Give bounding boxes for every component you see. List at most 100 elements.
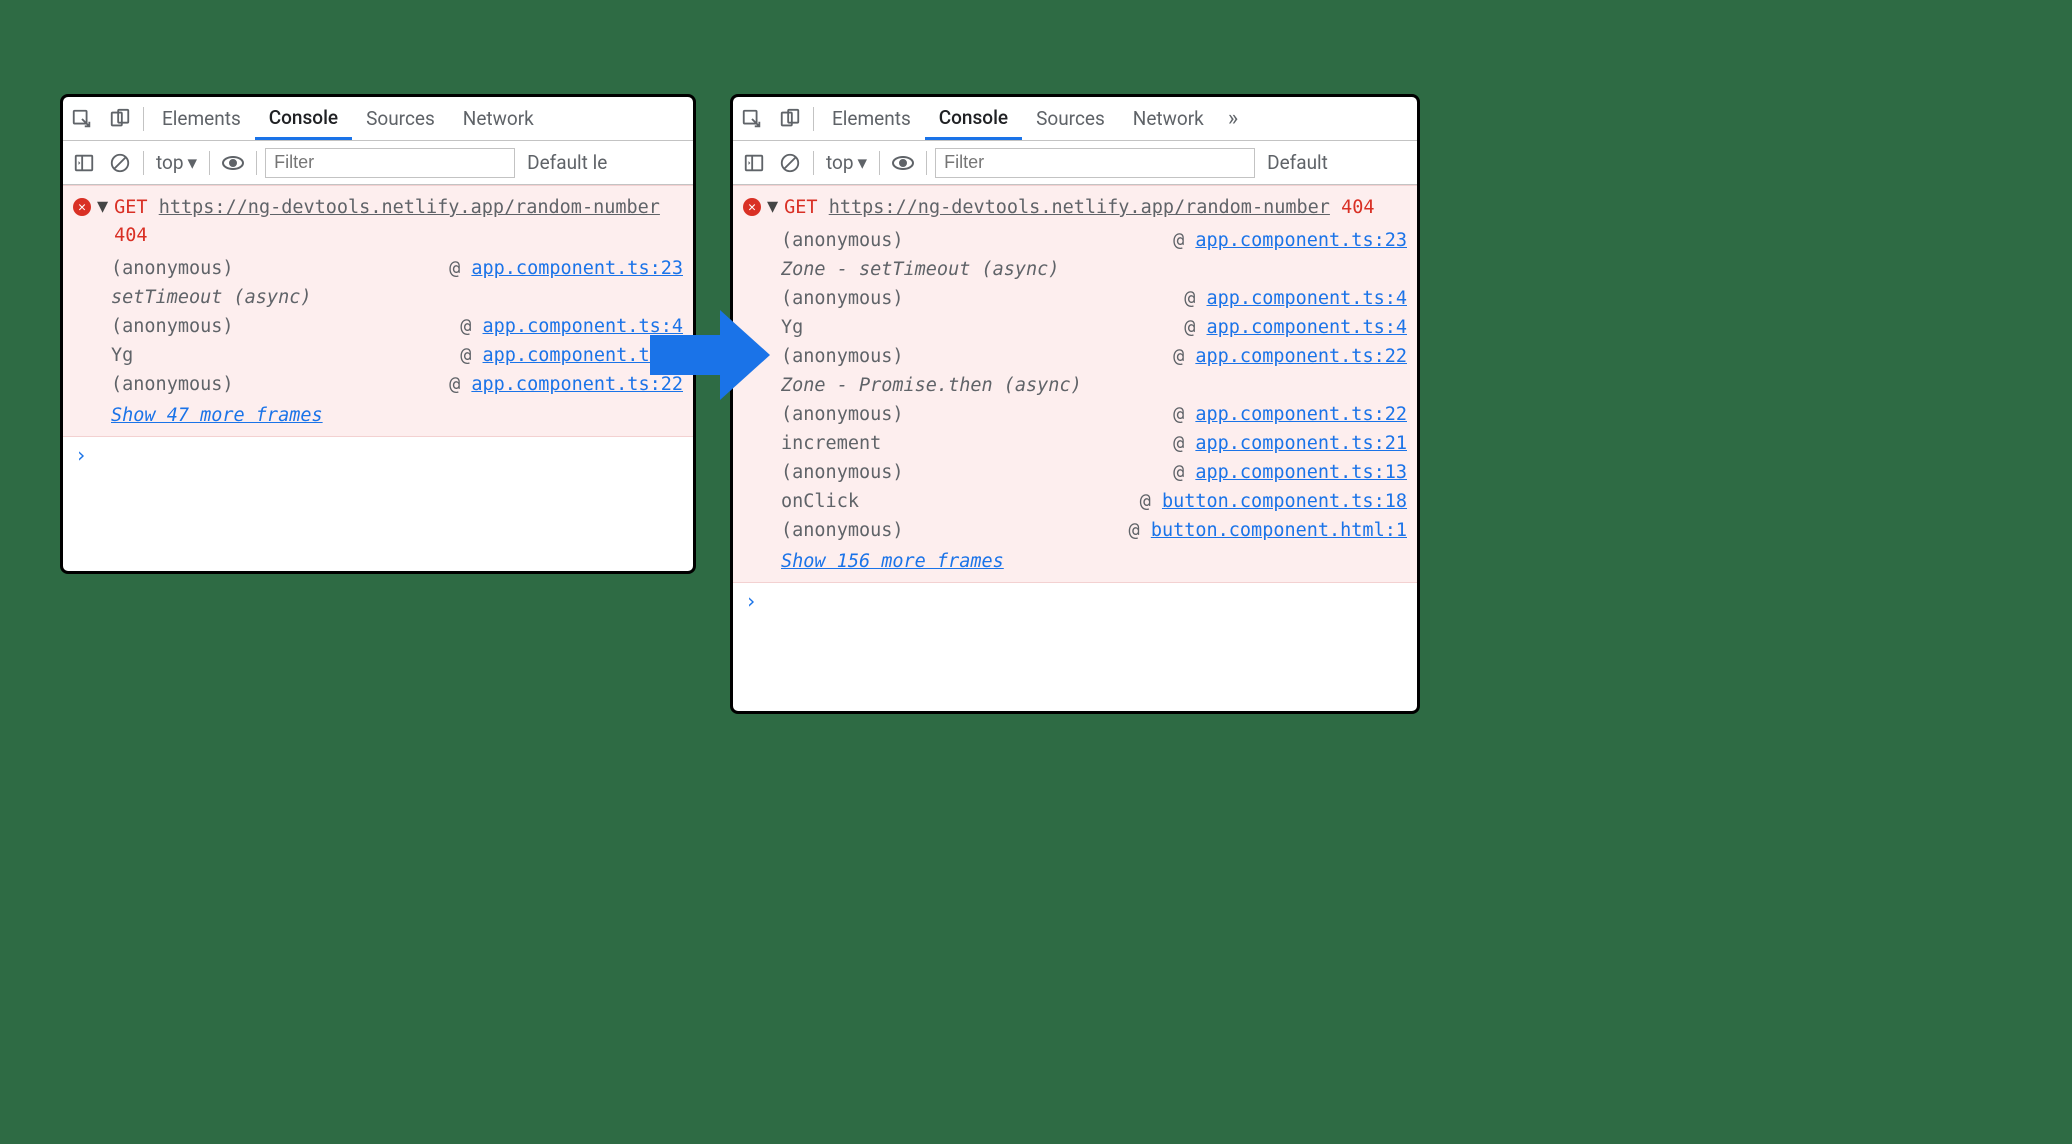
live-expression-icon[interactable] [888, 148, 918, 178]
frame-location[interactable]: @ app.component.ts:22 [1173, 346, 1407, 367]
stack-frame: onClick @ button.component.ts:18 [781, 487, 1407, 516]
divider [256, 151, 257, 175]
device-toggle-icon[interactable] [771, 97, 809, 140]
console-toolbar: top ▾ Default [733, 141, 1417, 185]
divider [209, 151, 210, 175]
frame-function: (anonymous) [111, 258, 234, 279]
filter-input[interactable] [935, 148, 1255, 178]
console-toolbar: top ▾ Default le [63, 141, 693, 185]
context-selector[interactable]: top ▾ [152, 151, 201, 174]
http-method: GET [114, 197, 147, 218]
divider [926, 151, 927, 175]
stack-frame: (anonymous) @ app.component.ts:23 [111, 254, 683, 283]
frame-function: (anonymous) [781, 404, 904, 425]
devtools-panel-after: Elements Console Sources Network » top ▾… [730, 94, 1420, 714]
tab-console[interactable]: Console [255, 97, 352, 140]
clear-console-icon[interactable] [105, 148, 135, 178]
stack-frame: Yg@ app.component.ts:4 [781, 313, 1407, 342]
stack-frame: (anonymous) @ app.component.ts:22 [781, 400, 1407, 429]
error-header[interactable]: ✕ ▼ GET https://ng-devtools.netlify.app/… [63, 190, 693, 252]
frame-function: Yg [111, 345, 133, 366]
stack-frame: (anonymous) @ app.component.ts:23 [781, 226, 1407, 255]
dropdown-icon: ▾ [188, 151, 198, 174]
stack-frame: (anonymous)@ app.component.ts:4 [111, 312, 683, 341]
filter-input[interactable] [265, 148, 515, 178]
stack-frames: (anonymous) @ app.component.ts:23 Zone - s… [733, 224, 1417, 545]
inspect-icon[interactable] [63, 97, 101, 140]
frame-function: (anonymous) [781, 230, 904, 251]
frame-location[interactable]: @ app.component.ts:22 [1173, 404, 1407, 425]
sidebar-toggle-icon[interactable] [69, 148, 99, 178]
tab-network[interactable]: Network [449, 97, 548, 140]
frame-location[interactable]: @ app.component.ts:21 [1173, 433, 1407, 454]
error-entry: ✕ ▼ GET https://ng-devtools.netlify.app/… [733, 185, 1417, 583]
async-boundary: setTimeout (async) [111, 283, 683, 312]
error-icon: ✕ [73, 198, 91, 216]
show-more-frames[interactable]: Show 47 more frames [63, 399, 693, 426]
context-selector[interactable]: top ▾ [822, 151, 871, 174]
status-code: 404 [1341, 197, 1374, 218]
frame-function: (anonymous) [111, 316, 234, 337]
tab-network[interactable]: Network [1119, 97, 1218, 140]
frame-location[interactable]: @ button.component.ts:18 [1140, 491, 1407, 512]
tab-elements[interactable]: Elements [148, 97, 255, 140]
tabbar: Elements Console Sources Network [63, 97, 693, 141]
log-levels[interactable]: Default le [521, 151, 613, 174]
async-boundary: Zone - Promise.then (async) [781, 371, 1407, 400]
frame-location[interactable]: @ app.component.ts:22 [449, 374, 683, 395]
request-url[interactable]: https://ng-devtools.netlify.app/random-n… [829, 197, 1330, 218]
device-toggle-icon[interactable] [101, 97, 139, 140]
frame-location[interactable]: @ app.component.ts:23 [449, 258, 683, 279]
error-header[interactable]: ✕ ▼ GET https://ng-devtools.netlify.app/… [733, 190, 1417, 224]
console-output: ✕ ▼ GET https://ng-devtools.netlify.app/… [63, 185, 693, 473]
frame-function: increment [781, 433, 881, 454]
dropdown-icon: ▾ [858, 151, 868, 174]
frame-location[interactable]: @ app.component.ts:4 [1184, 317, 1407, 338]
console-prompt[interactable]: › [63, 437, 693, 473]
clear-console-icon[interactable] [775, 148, 805, 178]
stack-frame: (anonymous) @ app.component.ts:22 [111, 370, 683, 399]
tab-sources[interactable]: Sources [1022, 97, 1119, 140]
frame-function: onClick [781, 491, 859, 512]
divider [813, 151, 814, 175]
stack-frames: (anonymous) @ app.component.ts:23 setTimeo… [63, 252, 693, 399]
divider [813, 107, 814, 131]
frame-location[interactable]: @ app.component.ts:13 [1173, 462, 1407, 483]
stack-frame: increment @ app.component.ts:21 [781, 429, 1407, 458]
log-levels[interactable]: Default [1261, 151, 1334, 174]
frame-function: (anonymous) [781, 520, 904, 541]
console-output: ✕ ▼ GET https://ng-devtools.netlify.app/… [733, 185, 1417, 619]
context-label: top [156, 151, 184, 174]
disclosure-triangle-icon[interactable]: ▼ [97, 196, 108, 217]
live-expression-icon[interactable] [218, 148, 248, 178]
stack-frame: (anonymous) @ button.component.html:1 [781, 516, 1407, 545]
frame-function: (anonymous) [781, 288, 904, 309]
status-code: 404 [114, 225, 147, 246]
frame-location[interactable]: @ app.component.ts:23 [1173, 230, 1407, 251]
async-boundary: Zone - setTimeout (async) [781, 255, 1407, 284]
disclosure-triangle-icon[interactable]: ▼ [767, 196, 778, 217]
inspect-icon[interactable] [733, 97, 771, 140]
sidebar-toggle-icon[interactable] [739, 148, 769, 178]
frame-location[interactable]: @ button.component.html:1 [1129, 520, 1407, 541]
divider [143, 107, 144, 131]
tab-elements[interactable]: Elements [818, 97, 925, 140]
show-more-frames[interactable]: Show 156 more frames [733, 545, 1417, 572]
console-prompt[interactable]: › [733, 583, 1417, 619]
frame-function: (anonymous) [111, 374, 234, 395]
more-tabs-icon[interactable]: » [1218, 106, 1248, 131]
error-icon: ✕ [743, 198, 761, 216]
error-message: GET https://ng-devtools.netlify.app/rand… [114, 194, 683, 250]
arrow-icon [650, 310, 770, 400]
divider [143, 151, 144, 175]
frame-location[interactable]: @ app.component.ts:4 [1184, 288, 1407, 309]
frame-function: (anonymous) [781, 346, 904, 367]
tab-sources[interactable]: Sources [352, 97, 449, 140]
error-entry: ✕ ▼ GET https://ng-devtools.netlify.app/… [63, 185, 693, 437]
tab-console[interactable]: Console [925, 97, 1022, 140]
error-message: GET https://ng-devtools.netlify.app/rand… [784, 194, 1407, 222]
divider [879, 151, 880, 175]
request-url[interactable]: https://ng-devtools.netlify.app/random-n… [159, 197, 660, 218]
frame-function: (anonymous) [781, 462, 904, 483]
stack-frame: Yg@ app.component.ts:4 [111, 341, 683, 370]
